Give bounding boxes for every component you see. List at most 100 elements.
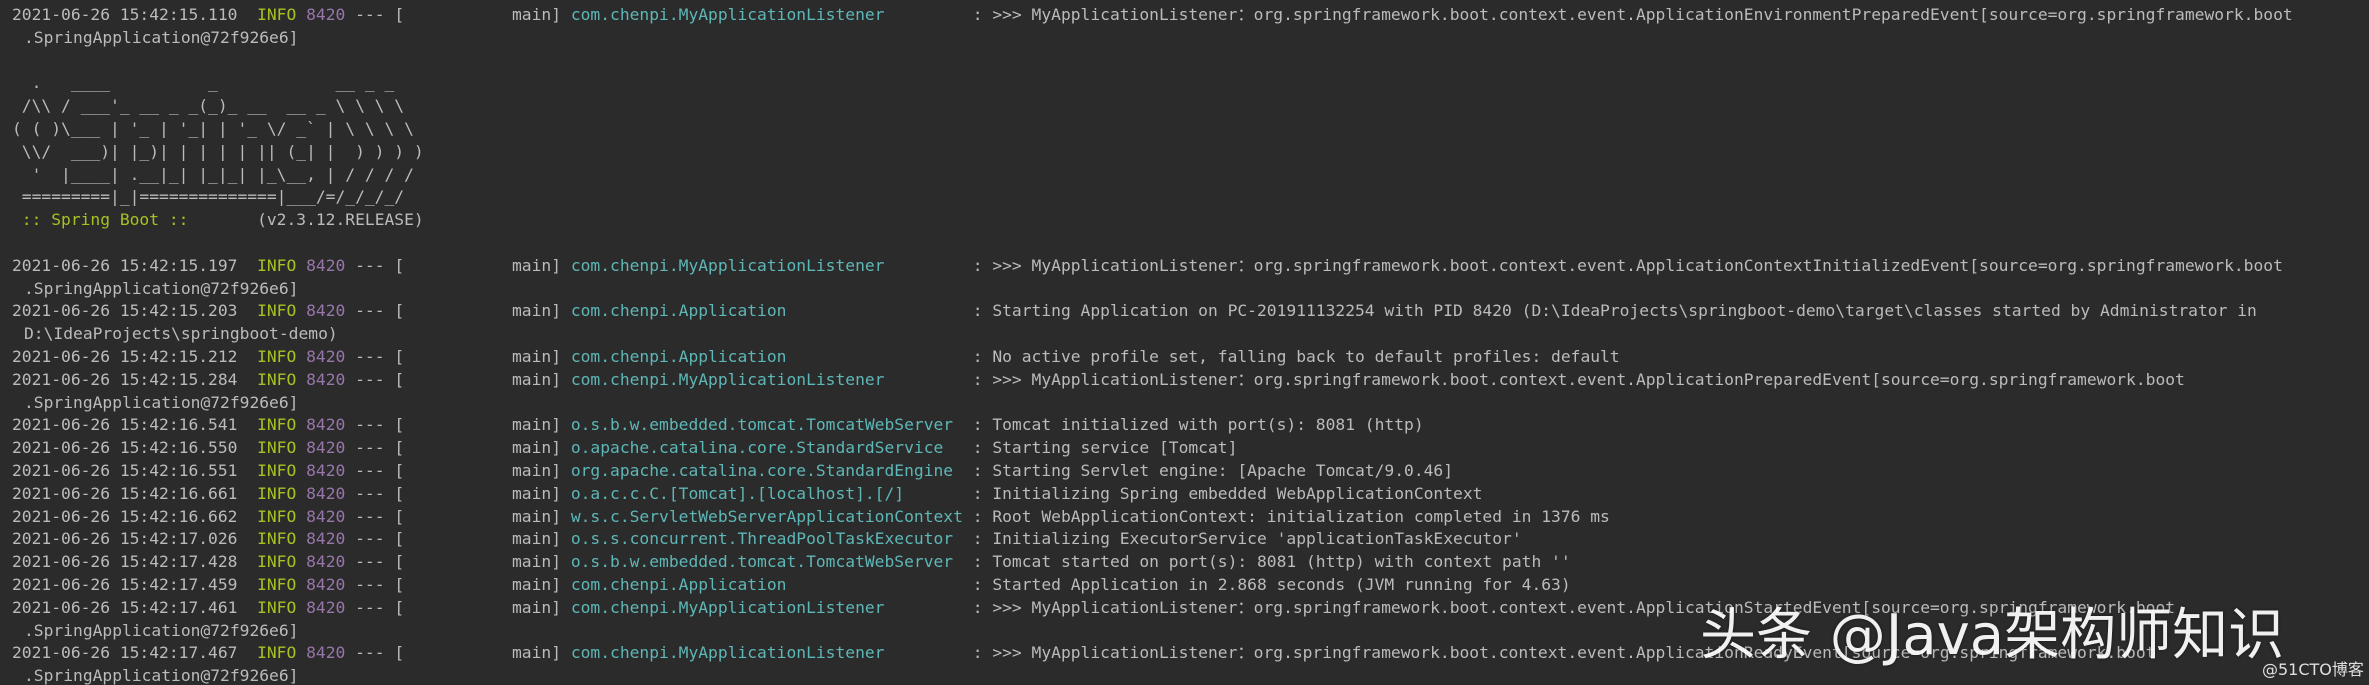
log-thread: [ main] <box>394 301 561 321</box>
log-message: : Starting Application on PC-20191113225… <box>972 301 2257 321</box>
log-pid: 8420 <box>306 415 346 435</box>
log-thread: [ main] <box>394 438 561 458</box>
log-continuation: D:\IdeaProjects\springboot-demo) <box>24 324 338 344</box>
log-logger: com.chenpi.Application <box>570 301 787 321</box>
log-line: 2021-06-26 15:42:16.550 INFO 8420 --- [ … <box>12 437 2357 460</box>
log-line: 2021-06-26 15:42:15.197 INFO 8420 --- [ … <box>12 255 2357 278</box>
log-continuation: .SpringApplication@72f926e6] <box>24 278 299 298</box>
log-message: : Root WebApplicationContext: initializa… <box>972 506 1610 526</box>
log-pid: 8420 <box>306 438 346 458</box>
log-line: 2021-06-26 15:42:15.212 INFO 8420 --- [ … <box>12 346 2357 369</box>
spring-banner-line: =========|_|==============|___/=/_/_/_/ <box>12 187 405 207</box>
log-separator: --- <box>355 301 385 321</box>
log-pid: 8420 <box>306 369 346 389</box>
log-message: : Starting Servlet engine: [Apache Tomca… <box>972 460 1454 480</box>
log-level: INFO <box>257 5 297 24</box>
log-separator: --- <box>355 415 385 435</box>
log-thread: [ main] <box>394 483 561 503</box>
log-pid: 8420 <box>306 460 346 480</box>
log-thread: [ main] <box>394 369 561 389</box>
log-level: INFO <box>257 597 297 617</box>
log-thread: [ main] <box>394 643 561 663</box>
log-separator: --- <box>355 643 385 663</box>
log-pid: 8420 <box>306 643 346 663</box>
log-timestamp: 2021-06-26 15:42:17.467 <box>12 643 238 663</box>
log-separator: --- <box>355 506 385 526</box>
log-level: INFO <box>257 369 297 389</box>
log-message: : No active profile set, falling back to… <box>972 346 1620 366</box>
log-level: INFO <box>257 346 297 366</box>
log-message: : >>> MyApplicationListener：org.springfr… <box>972 5 2293 24</box>
spring-banner-line: \\/ ___)| |_)| | | | | || (_| | ) ) ) ) <box>12 141 424 161</box>
log-pid: 8420 <box>306 483 346 503</box>
log-timestamp: 2021-06-26 15:42:15.203 <box>12 301 238 321</box>
log-pid: 8420 <box>306 574 346 594</box>
log-timestamp: 2021-06-26 15:42:16.541 <box>12 415 238 435</box>
log-message: : Initializing ExecutorService 'applicat… <box>972 529 1522 549</box>
spring-banner-line: ( ( )\___ | '_ | '_| | '_ \/ _` | \ \ \ … <box>12 118 414 138</box>
log-logger: com.chenpi.MyApplicationListener <box>570 369 885 389</box>
log-timestamp: 2021-06-26 15:42:15.284 <box>12 369 238 389</box>
watermark-text: 头条 @Java架构师知识 <box>1700 603 2285 668</box>
log-logger: o.a.c.c.C.[Tomcat].[localhost].[/] <box>570 483 905 503</box>
log-logger: o.s.b.w.embedded.tomcat.TomcatWebServer <box>570 552 954 572</box>
log-pid: 8420 <box>306 255 346 275</box>
log-line: 2021-06-26 15:42:16.661 INFO 8420 --- [ … <box>12 483 2357 506</box>
log-logger: com.chenpi.MyApplicationListener <box>570 5 885 24</box>
log-logger: com.chenpi.Application <box>570 574 787 594</box>
log-line: 2021-06-26 15:42:15.110 INFO 8420 --- [ … <box>12 4 2357 27</box>
spring-banner-line: . ____ _ __ _ _ <box>12 73 395 93</box>
spring-boot-version: (v2.3.12.RELEASE) <box>198 210 424 230</box>
log-line: 2021-06-26 15:42:17.428 INFO 8420 --- [ … <box>12 551 2357 574</box>
log-pid: 8420 <box>306 346 346 366</box>
log-separator: --- <box>355 5 385 24</box>
log-separator: --- <box>355 369 385 389</box>
log-logger: w.s.c.ServletWebServerApplicationContext <box>570 506 963 526</box>
log-timestamp: 2021-06-26 15:42:17.026 <box>12 529 238 549</box>
log-thread: [ main] <box>394 415 561 435</box>
log-pid: 8420 <box>306 597 346 617</box>
log-thread: [ main] <box>394 346 561 366</box>
log-thread: [ main] <box>394 460 561 480</box>
log-message: : >>> MyApplicationListener：org.springfr… <box>972 369 2185 389</box>
log-timestamp: 2021-06-26 15:42:16.550 <box>12 438 238 458</box>
log-level: INFO <box>257 574 297 594</box>
log-logger: o.s.b.w.embedded.tomcat.TomcatWebServer <box>570 415 954 435</box>
log-level: INFO <box>257 506 297 526</box>
log-level: INFO <box>257 529 297 549</box>
log-level: INFO <box>257 301 297 321</box>
log-thread: [ main] <box>394 597 561 617</box>
log-separator: --- <box>355 597 385 617</box>
log-timestamp: 2021-06-26 15:42:15.110 <box>12 5 238 24</box>
log-timestamp: 2021-06-26 15:42:15.197 <box>12 255 238 275</box>
log-separator: --- <box>355 460 385 480</box>
log-thread: [ main] <box>394 529 561 549</box>
spring-banner-line: /\\ / ___'_ __ _ _(_)_ __ __ _ \ \ \ \ <box>12 96 405 116</box>
log-level: INFO <box>257 460 297 480</box>
console-output[interactable]: 2021-06-26 15:42:15.110 INFO 8420 --- [ … <box>12 4 2357 685</box>
log-line: 2021-06-26 15:42:16.551 INFO 8420 --- [ … <box>12 460 2357 483</box>
log-logger: o.s.s.concurrent.ThreadPoolTaskExecutor <box>570 529 954 549</box>
log-separator: --- <box>355 552 385 572</box>
log-message: : Tomcat initialized with port(s): 8081 … <box>972 415 1424 435</box>
log-separator: --- <box>355 529 385 549</box>
log-line: 2021-06-26 15:42:15.203 INFO 8420 --- [ … <box>12 300 2357 323</box>
log-line: 2021-06-26 15:42:16.662 INFO 8420 --- [ … <box>12 506 2357 529</box>
log-pid: 8420 <box>306 529 346 549</box>
log-continuation: .SpringApplication@72f926e6] <box>24 27 299 47</box>
log-logger: com.chenpi.MyApplicationListener <box>570 643 885 663</box>
log-message: : Starting service [Tomcat] <box>972 438 1238 458</box>
log-message: : >>> MyApplicationListener：org.springfr… <box>972 255 2283 275</box>
spring-boot-version-line: :: Spring Boot :: (v2.3.12.RELEASE) <box>12 209 2357 232</box>
log-thread: [ main] <box>394 552 561 572</box>
log-separator: --- <box>355 483 385 503</box>
log-separator: --- <box>355 438 385 458</box>
spring-banner-line: ' |____| .__|_| |_|_| |_\__, | / / / / <box>12 164 414 184</box>
log-separator: --- <box>355 574 385 594</box>
log-pid: 8420 <box>306 301 346 321</box>
log-line: 2021-06-26 15:42:16.541 INFO 8420 --- [ … <box>12 414 2357 437</box>
log-logger: com.chenpi.MyApplicationListener <box>570 597 885 617</box>
log-thread: [ main] <box>394 5 561 24</box>
log-timestamp: 2021-06-26 15:42:17.428 <box>12 552 238 572</box>
